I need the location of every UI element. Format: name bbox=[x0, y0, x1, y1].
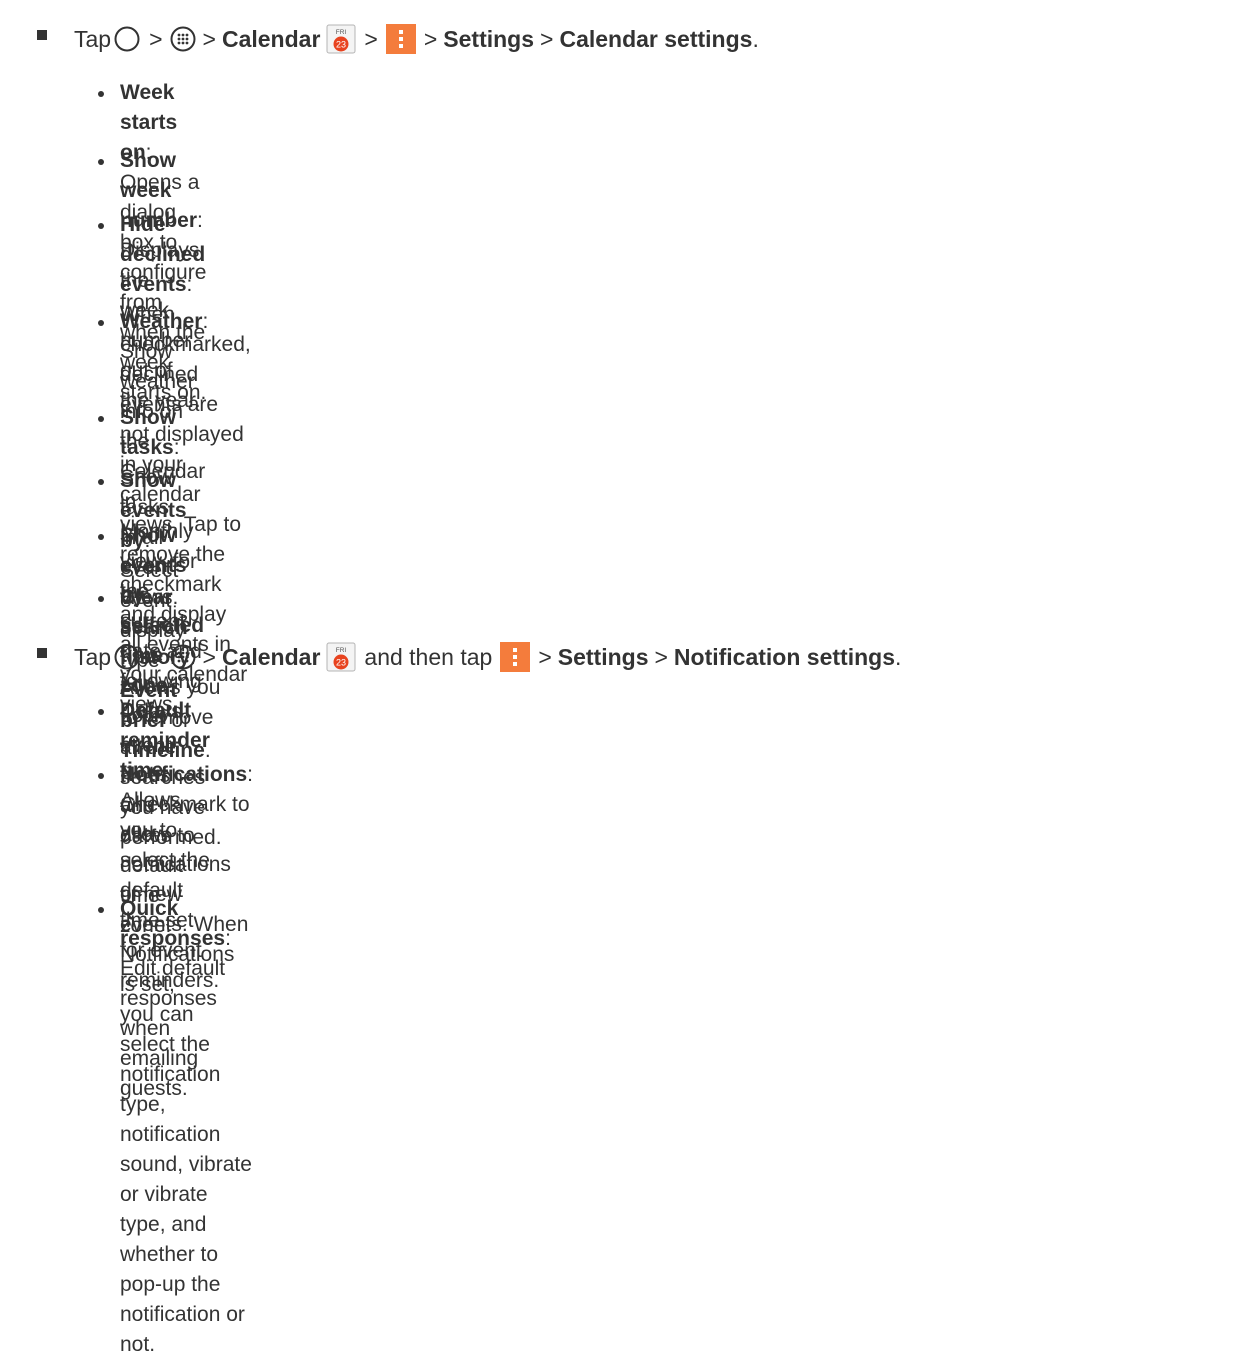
bullet-dot bbox=[98, 320, 104, 326]
period: . bbox=[894, 643, 902, 670]
notification-settings-label: Notification settings bbox=[673, 643, 895, 670]
calendar-label: Calendar bbox=[221, 25, 321, 52]
item-label: Hide declined events bbox=[120, 213, 206, 296]
home-circle-icon bbox=[114, 26, 140, 52]
step-2-line: Tap > > Calendar FRI 23 and then tap > S… bbox=[74, 630, 901, 684]
period: . bbox=[752, 25, 759, 52]
bullet-dot bbox=[98, 773, 104, 779]
calendar-app-icon: FRI 23 bbox=[326, 642, 356, 672]
sep: > bbox=[654, 643, 668, 670]
step-1: Tap > > Calendar FRI 23 > > Settings > C… bbox=[0, 12, 1245, 66]
tap-text: Tap bbox=[74, 643, 112, 670]
menu-kebab-icon bbox=[500, 642, 531, 672]
bullet-dot bbox=[98, 479, 104, 485]
step-1-line: Tap > > Calendar FRI 23 > > Settings > C… bbox=[74, 12, 759, 66]
menu-kebab-icon bbox=[385, 24, 416, 54]
svg-text:FRI: FRI bbox=[336, 647, 347, 654]
tap-text: Tap bbox=[74, 25, 112, 52]
item-label: Notifications bbox=[120, 763, 248, 786]
svg-text:FRI: FRI bbox=[336, 29, 347, 36]
apps-grid-icon bbox=[170, 644, 196, 670]
calendar-label: Calendar bbox=[221, 643, 321, 670]
sep: > bbox=[202, 25, 216, 52]
item-label: Show tasks bbox=[120, 406, 176, 459]
step-bullet bbox=[37, 30, 47, 40]
bullet-dot bbox=[98, 709, 104, 715]
step-bullet bbox=[37, 648, 47, 658]
home-circle-icon bbox=[114, 644, 140, 670]
settings-label: Settings bbox=[443, 25, 535, 52]
bullet-dot bbox=[98, 223, 104, 229]
apps-grid-icon bbox=[170, 26, 196, 52]
bullet-dot bbox=[98, 596, 104, 602]
calendar-settings-label: Calendar settings bbox=[559, 25, 753, 52]
item-text: : Edit default responses when emailing g… bbox=[120, 927, 231, 1100]
item-label: Quick responses bbox=[120, 897, 226, 950]
and-then-tap-text: and then tap bbox=[364, 643, 493, 670]
calendar-app-icon: FRI 23 bbox=[326, 24, 356, 54]
item-label: Weather bbox=[120, 310, 203, 333]
sep: > bbox=[364, 25, 378, 52]
sep: > bbox=[423, 25, 438, 52]
bullet-dot bbox=[98, 91, 104, 97]
sep: > bbox=[202, 643, 216, 670]
svg-text:23: 23 bbox=[336, 658, 346, 668]
step-2: Tap > > Calendar FRI 23 and then tap > S… bbox=[0, 630, 1245, 684]
sep: > bbox=[149, 25, 163, 52]
svg-text:23: 23 bbox=[336, 40, 346, 50]
sep: > bbox=[149, 643, 163, 670]
bullet-dot bbox=[98, 416, 104, 422]
bullet-dot bbox=[98, 534, 104, 540]
settings-label: Settings bbox=[557, 643, 649, 670]
sep: > bbox=[540, 25, 554, 52]
sep: > bbox=[538, 643, 552, 670]
bullet-dot bbox=[98, 159, 104, 165]
bullet-dot bbox=[98, 907, 104, 913]
